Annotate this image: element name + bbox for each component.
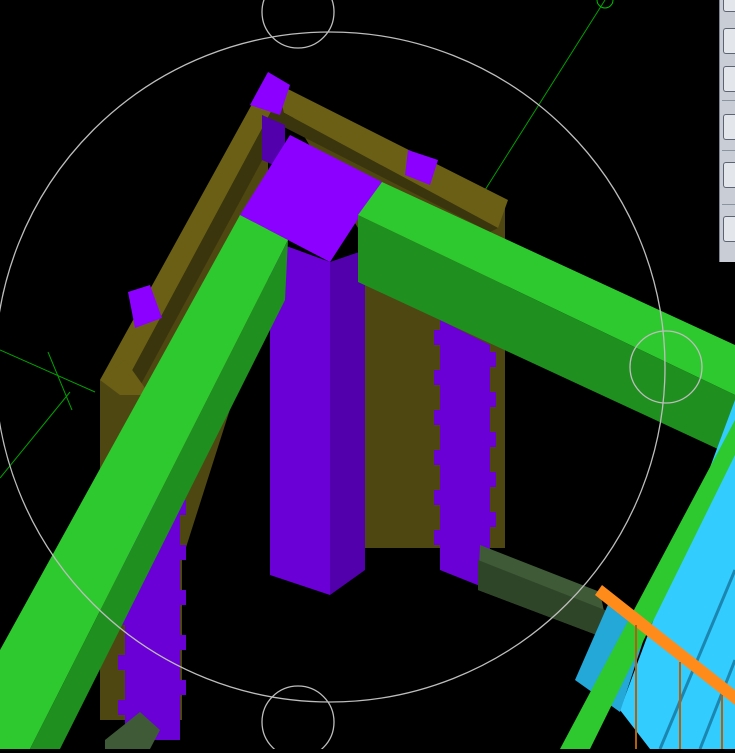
cube-front-icon[interactable] bbox=[723, 66, 735, 92]
box-icon[interactable] bbox=[723, 28, 735, 54]
cylinder-icon[interactable] bbox=[723, 162, 735, 188]
3d-viewport[interactable] bbox=[0, 0, 735, 753]
model-scene bbox=[0, 0, 735, 753]
front-column bbox=[240, 135, 382, 595]
orbit-handle-bottom bbox=[261, 685, 335, 753]
view-toolbar bbox=[719, 0, 735, 262]
cube-iso-icon[interactable] bbox=[723, 114, 735, 140]
camera-icon[interactable] bbox=[723, 0, 735, 12]
orbit-handle-top bbox=[261, 0, 335, 49]
stair-slab bbox=[560, 400, 735, 750]
list-icon[interactable] bbox=[723, 216, 735, 242]
